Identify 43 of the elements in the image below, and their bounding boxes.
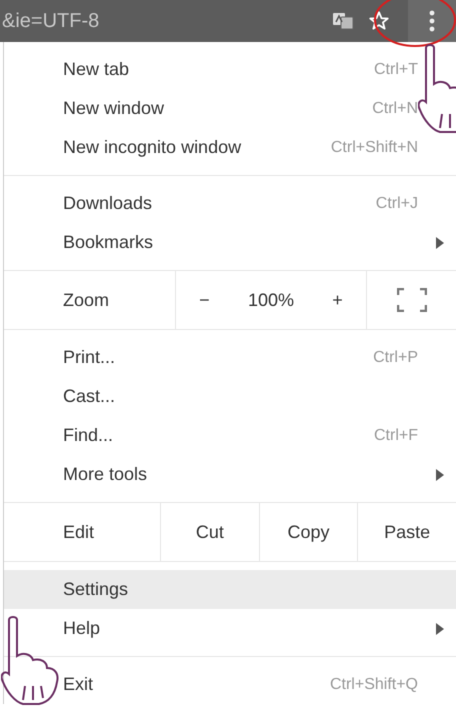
- item-label: Exit: [63, 674, 94, 695]
- menu-item[interactable]: Exit Ctrl+Shift+Q: [4, 665, 456, 704]
- menu-item[interactable]: Help: [4, 609, 456, 648]
- menu-item[interactable]: Cast...: [4, 377, 456, 416]
- hand-pointer-icon: [1, 616, 61, 708]
- shortcut-text: Ctrl+P: [373, 348, 419, 366]
- item-label: More tools: [63, 464, 148, 485]
- shortcut-text: Ctrl+Shift+Q: [330, 676, 419, 694]
- item-label: Help: [63, 618, 100, 639]
- menu-button[interactable]: [408, 0, 456, 42]
- item-label: Find...: [63, 425, 114, 446]
- star-icon[interactable]: [368, 10, 390, 32]
- menu-item[interactable]: Find... Ctrl+F: [4, 416, 456, 455]
- menu-item[interactable]: New incognito window Ctrl+Shift+N: [4, 128, 456, 167]
- shortcut-text: Ctrl+J: [376, 194, 419, 212]
- zoom-label: Zoom: [63, 290, 110, 310]
- zoom-out-button[interactable]: −: [191, 286, 218, 314]
- menu-item[interactable]: New tab Ctrl+T: [4, 50, 456, 89]
- zoom-value: 100%: [248, 290, 294, 310]
- item-label: Downloads: [63, 193, 152, 214]
- shortcut-text: Ctrl+F: [374, 426, 419, 444]
- shortcut-text: Ctrl+T: [374, 60, 419, 78]
- item-label: Print...: [63, 347, 116, 368]
- translate-icon[interactable]: [332, 11, 354, 31]
- menu-item[interactable]: Print... Ctrl+P: [4, 338, 456, 377]
- shortcut-text: Ctrl+Shift+N: [330, 138, 419, 156]
- item-label: New tab: [63, 59, 130, 80]
- menu-item[interactable]: Bookmarks: [4, 223, 456, 262]
- edit-action-button[interactable]: Paste: [358, 503, 456, 561]
- item-label: Bookmarks: [63, 232, 154, 253]
- fullscreen-icon[interactable]: [396, 288, 426, 312]
- item-label: New incognito window: [63, 137, 242, 158]
- address-text: &ie=UTF-8: [2, 10, 100, 32]
- edit-label: Edit: [63, 522, 94, 542]
- more-icon: [429, 10, 435, 32]
- menu-item[interactable]: More tools: [4, 455, 456, 494]
- shortcut-text: Ctrl+N: [372, 100, 419, 118]
- item-label: Cast...: [63, 386, 116, 407]
- item-label: New window: [63, 98, 164, 119]
- zoom-in-button[interactable]: +: [324, 286, 351, 314]
- item-label: Settings: [63, 579, 128, 600]
- menu-item[interactable]: Downloads Ctrl+J: [4, 184, 456, 223]
- menu-item[interactable]: Settings: [4, 570, 456, 609]
